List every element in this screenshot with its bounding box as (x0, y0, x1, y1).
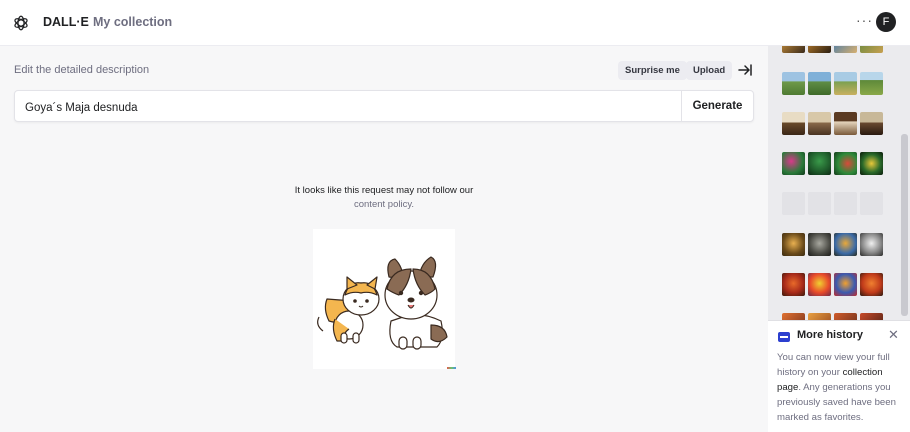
main-content: Edit the detailed description Surprise m… (0, 46, 768, 432)
history-thumb[interactable] (834, 273, 857, 296)
history-thumb[interactable] (782, 152, 805, 175)
history-thumb[interactable] (808, 233, 831, 256)
toast-title: More history (797, 329, 864, 341)
close-icon[interactable]: ✕ (888, 327, 899, 343)
content-policy-link[interactable]: content policy. (270, 199, 498, 210)
prompt-box: Generate (14, 90, 754, 122)
history-thumb[interactable] (834, 46, 857, 53)
history-thumb[interactable] (834, 152, 857, 175)
top-header: DALL·E My collection ··· F (0, 0, 910, 46)
more-options-icon[interactable]: ··· (856, 12, 873, 28)
history-thumb[interactable] (860, 46, 883, 53)
collapse-sidebar-icon[interactable] (737, 62, 753, 78)
history-thumb[interactable] (860, 72, 883, 95)
history-thumb[interactable] (834, 233, 857, 256)
history-thumb-placeholder (808, 192, 831, 215)
upload-button[interactable]: Upload (686, 61, 733, 80)
history-thumb[interactable] (782, 233, 805, 256)
openai-logo-icon[interactable] (12, 14, 30, 32)
history-thumb[interactable] (860, 112, 883, 135)
history-thumb[interactable] (808, 46, 831, 53)
history-thumb[interactable] (782, 46, 805, 53)
history-thumb[interactable] (782, 72, 805, 95)
history-thumb-placeholder (860, 192, 883, 215)
image-progress-bar (447, 367, 456, 369)
history-thumb[interactable] (860, 273, 883, 296)
history-thumb[interactable] (808, 112, 831, 135)
nav-my-collection[interactable]: My collection (93, 15, 172, 29)
cat-and-dog-illustration (317, 256, 448, 350)
prompt-input[interactable] (23, 97, 677, 119)
policy-message: It looks like this request may not follo… (294, 185, 474, 196)
history-thumb-placeholder (782, 192, 805, 215)
history-thumb-placeholder (834, 192, 857, 215)
history-thumb[interactable] (860, 152, 883, 175)
sidebar-scrollbar[interactable] (901, 134, 908, 316)
policy-placeholder-image (313, 229, 455, 369)
toast-body: You can now view your full history on yo… (777, 350, 905, 425)
history-thumb[interactable] (834, 112, 857, 135)
history-thumb[interactable] (782, 273, 805, 296)
description-label: Edit the detailed description (14, 64, 150, 76)
brand-name[interactable]: DALL·E (43, 15, 89, 29)
history-thumb[interactable] (860, 233, 883, 256)
user-avatar[interactable]: F (876, 12, 896, 32)
new-badge-icon (778, 332, 790, 342)
history-thumb[interactable] (808, 72, 831, 95)
generate-button[interactable]: Generate (681, 91, 753, 121)
history-thumb[interactable] (782, 112, 805, 135)
surprise-me-button[interactable]: Surprise me (618, 61, 687, 80)
history-thumb[interactable] (834, 72, 857, 95)
more-history-toast: More history ✕ You can now view your ful… (768, 320, 910, 432)
history-thumb[interactable] (808, 152, 831, 175)
history-thumb[interactable] (808, 273, 831, 296)
